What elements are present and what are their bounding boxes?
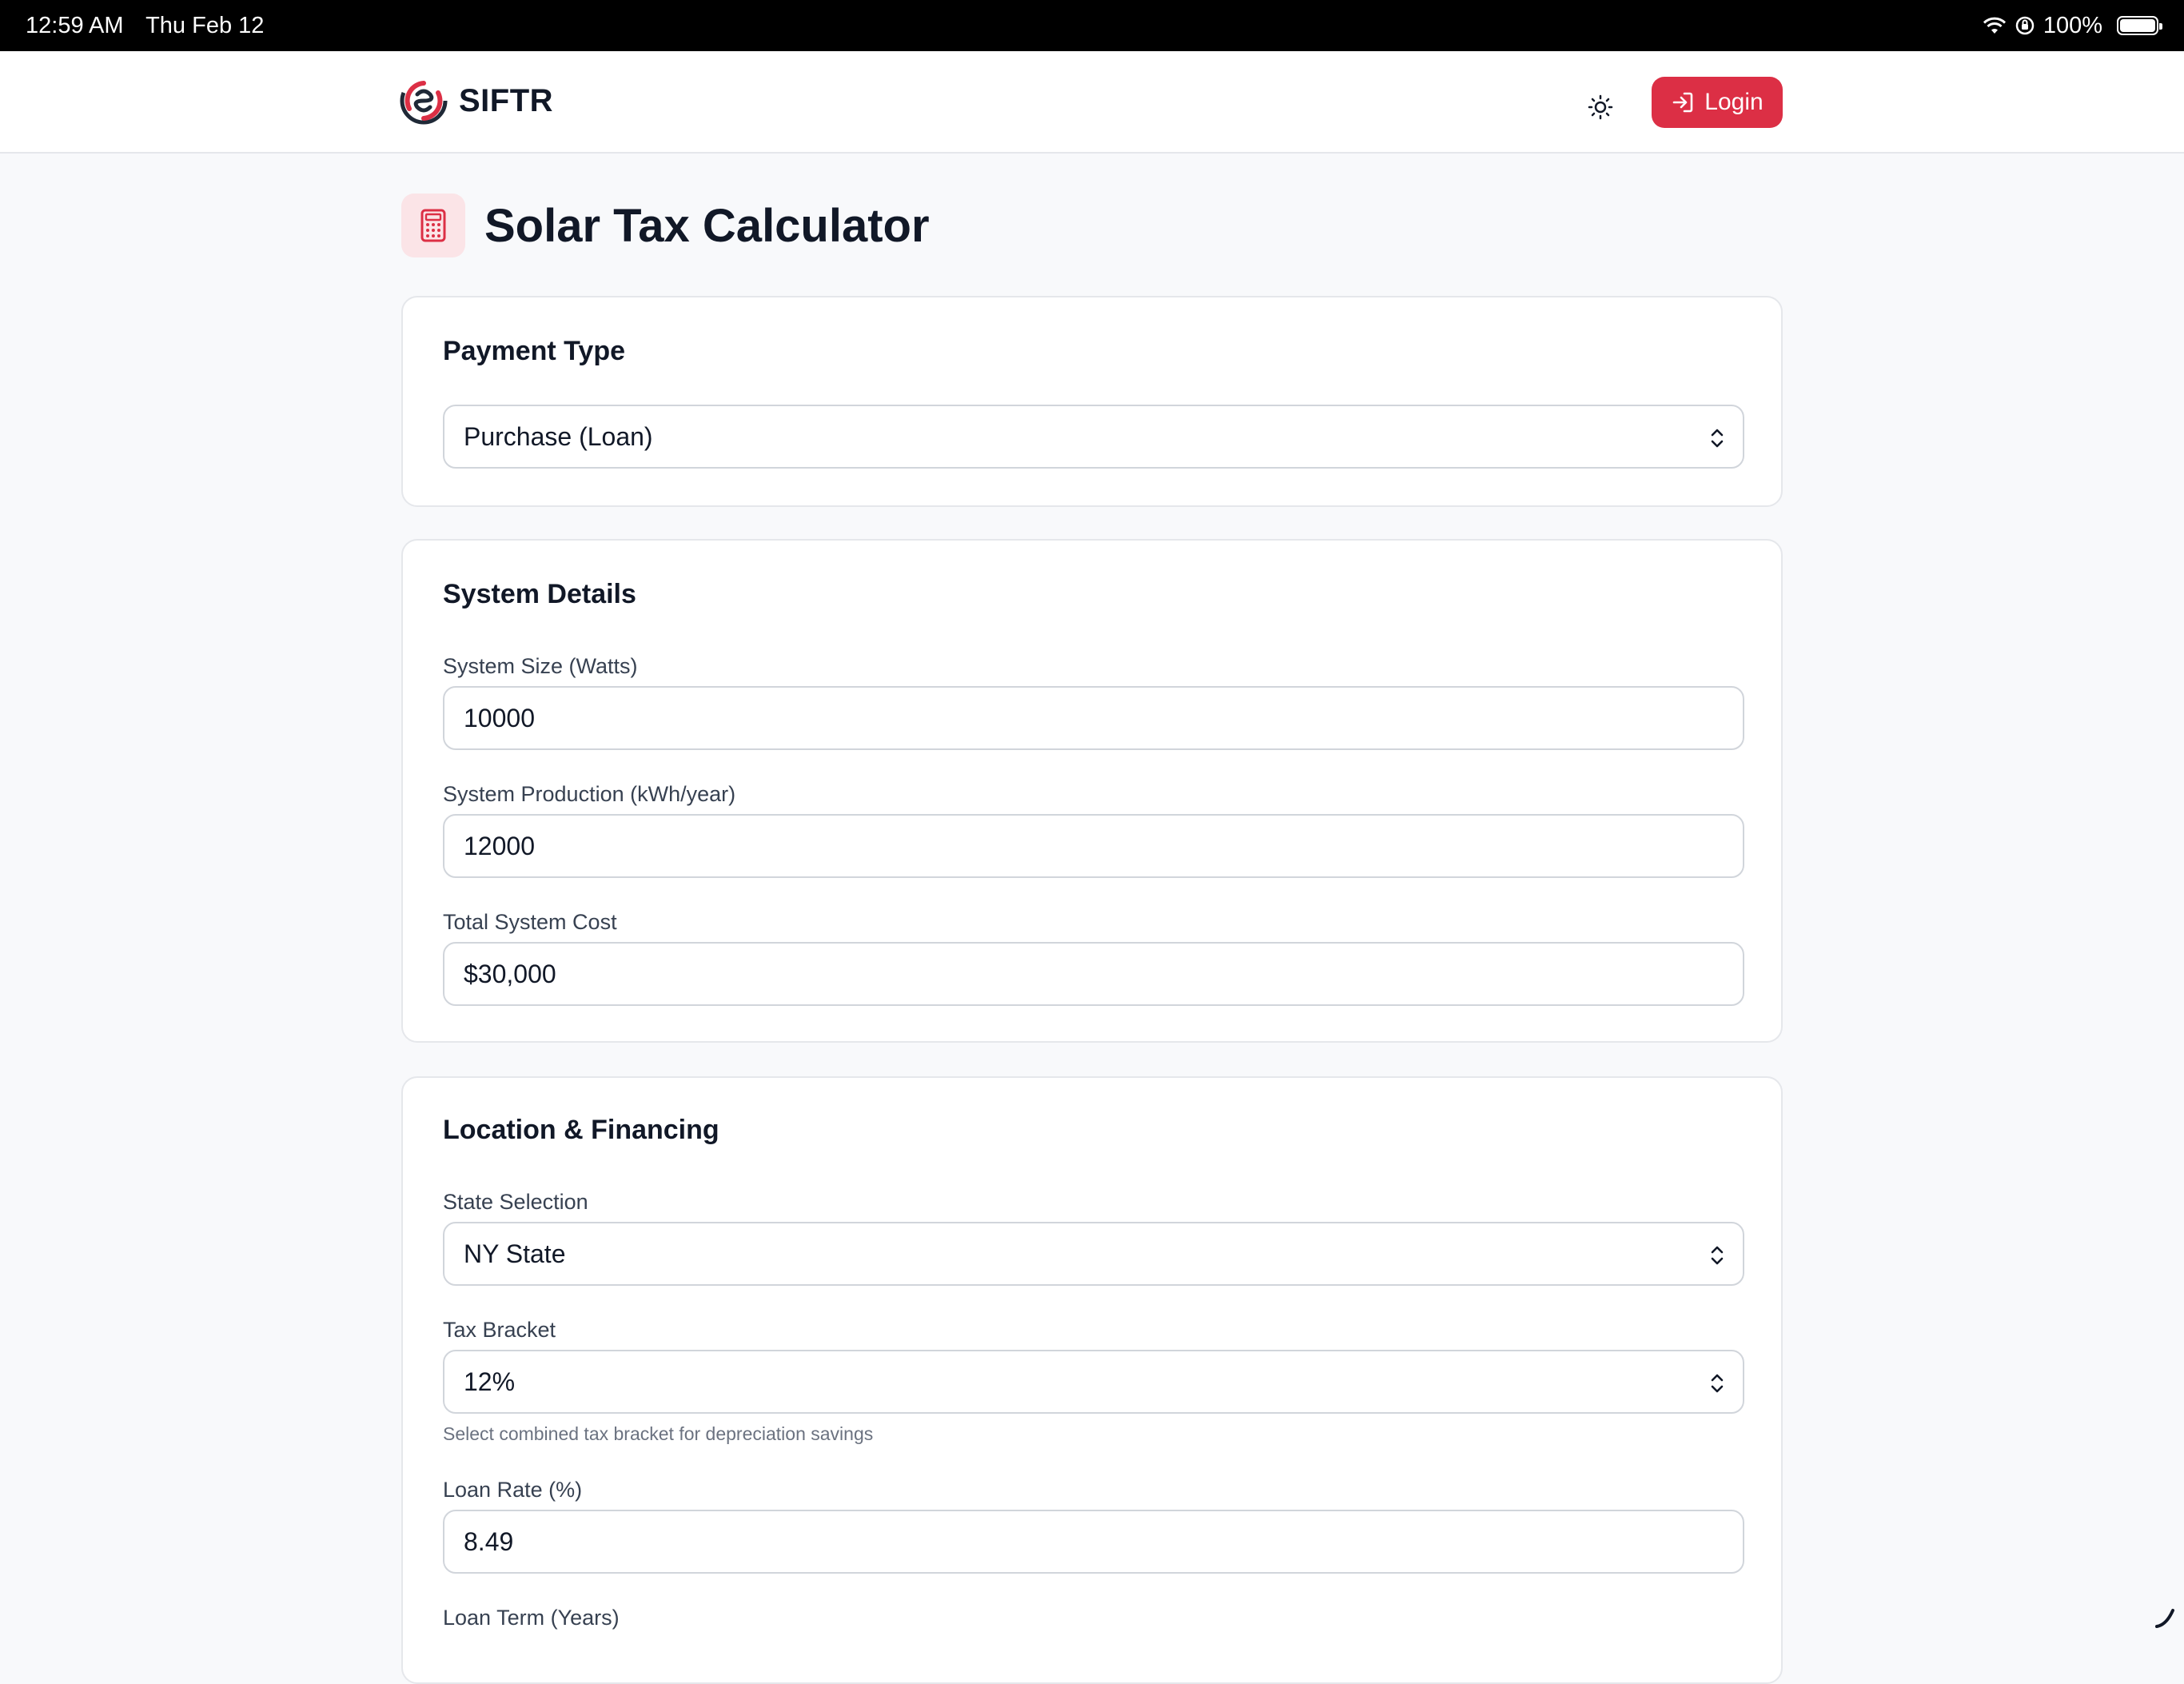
system-size-input[interactable]: 10000 (443, 686, 1744, 750)
loan-term-label: Loan Term (Years) (443, 1606, 620, 1630)
location-financing-card: Location & Financing State Selection NY … (401, 1076, 1783, 1684)
calculator-icon (420, 209, 446, 242)
status-right: 100% (1983, 12, 2162, 39)
theme-toggle-button[interactable] (1580, 86, 1621, 128)
siftr-logo (400, 77, 448, 125)
payment-type-value: Purchase (Loan) (464, 421, 653, 451)
system-details-title: System Details (443, 579, 636, 609)
system-details-card: System Details System Size (Watts) 10000… (401, 539, 1783, 1043)
payment-type-card: Payment Type Purchase (Loan) (401, 296, 1783, 507)
total-system-cost-label: Total System Cost (443, 910, 617, 934)
orientation-lock-icon (2015, 16, 2035, 35)
state-selection-select[interactable]: NY State (443, 1222, 1744, 1286)
loan-rate-input[interactable]: 8.49 (443, 1510, 1744, 1574)
tax-bracket-select[interactable]: 12% (443, 1350, 1744, 1414)
loan-rate-label: Loan Rate (%) (443, 1478, 583, 1502)
page-header: Solar Tax Calculator (401, 194, 930, 257)
total-system-cost-value: $30,000 (464, 959, 556, 988)
status-time: 12:59 AM (26, 12, 124, 38)
location-financing-title: Location & Financing (443, 1115, 719, 1145)
system-production-input[interactable]: 12000 (443, 814, 1744, 878)
state-selection-value: NY State (464, 1239, 566, 1268)
login-button[interactable]: Login (1652, 77, 1783, 128)
state-selection-label: State Selection (443, 1190, 588, 1214)
calculator-icon-badge (401, 194, 465, 257)
battery-icon (2117, 16, 2162, 35)
sun-icon (1588, 94, 1613, 120)
wifi-icon (1983, 17, 2006, 34)
brand-name: SIFTR (459, 82, 554, 118)
chevron-updown-icon (1711, 1246, 1724, 1265)
chevron-updown-icon (1711, 1374, 1724, 1393)
tax-bracket-label: Tax Bracket (443, 1318, 556, 1342)
system-size-label: System Size (Watts) (443, 654, 638, 678)
total-system-cost-input[interactable]: $30,000 (443, 942, 1744, 1006)
system-production-value: 12000 (464, 831, 535, 860)
login-icon (1672, 92, 1693, 113)
brand-link[interactable]: SIFTR (400, 77, 553, 125)
system-size-value: 10000 (464, 703, 535, 732)
system-production-label: System Production (kWh/year) (443, 782, 736, 806)
loan-rate-value: 8.49 (464, 1526, 514, 1556)
status-bar: 12:59 AM Thu Feb 12 100% (0, 0, 2184, 51)
login-label: Login (1704, 89, 1764, 115)
status-date: Thu Feb 12 (145, 12, 265, 38)
chevron-updown-icon (1711, 429, 1724, 448)
battery-percent: 100% (2043, 12, 2102, 38)
payment-type-select[interactable]: Purchase (Loan) (443, 405, 1744, 469)
top-navbar: SIFTR Login (0, 51, 2184, 154)
payment-type-title: Payment Type (443, 336, 626, 366)
page-title: Solar Tax Calculator (484, 199, 930, 252)
tax-bracket-helper: Select combined tax bracket for deprecia… (443, 1423, 874, 1444)
corner-gesture-icon (2155, 1609, 2174, 1628)
tax-bracket-value: 12% (464, 1367, 516, 1396)
status-left: 12:59 AM Thu Feb 12 (26, 13, 280, 39)
